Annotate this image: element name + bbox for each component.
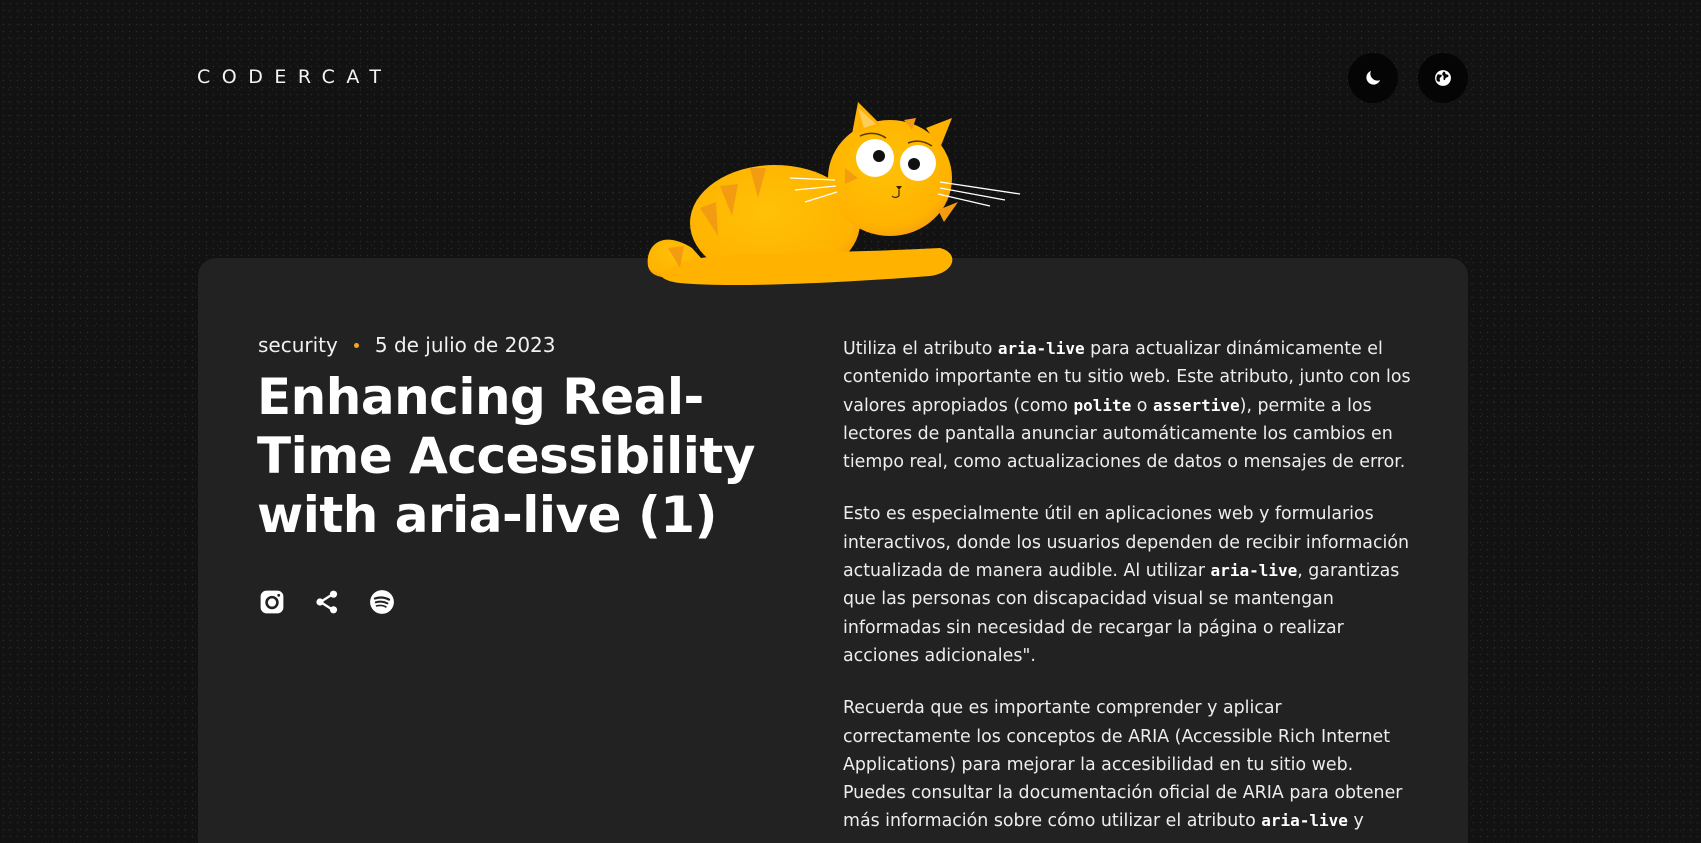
- text: o: [1131, 395, 1153, 416]
- paragraph: Recuerda que es importante comprender y …: [843, 694, 1413, 835]
- share-links: [258, 588, 396, 616]
- paragraph: Utiliza el atributo aria-live para actua…: [843, 335, 1413, 476]
- spotify-icon: [370, 590, 394, 614]
- share-icon: [316, 590, 338, 614]
- code-inline: polite: [1073, 395, 1132, 415]
- instagram-icon: [260, 590, 284, 614]
- post-date: 5 de julio de 2023: [374, 333, 556, 357]
- code-inline: aria-live: [1261, 811, 1348, 831]
- text: y: [1347, 811, 1364, 832]
- text: Utiliza el atributo: [843, 339, 998, 359]
- cat-illustration: [647, 102, 1021, 286]
- post-meta: security 5 de julio de 2023: [258, 333, 556, 357]
- site-logo[interactable]: CODERCAT: [197, 66, 393, 88]
- spotify-link[interactable]: [368, 588, 396, 616]
- code-inline: assertive: [1152, 395, 1240, 415]
- page-title: Enhancing Real-Time Accessibility with a…: [257, 368, 755, 544]
- globe-icon: [1435, 70, 1451, 86]
- separator-dot: [353, 342, 359, 348]
- post-content: Utiliza el atributo aria-live para actua…: [843, 335, 1413, 843]
- post-category[interactable]: security: [258, 333, 338, 357]
- paragraph: Esto es especialmente útil en aplicacion…: [843, 500, 1413, 670]
- moon-icon: [1366, 70, 1381, 85]
- language-button[interactable]: [1418, 53, 1468, 103]
- code-inline: aria-live: [1210, 561, 1298, 581]
- theme-toggle-button[interactable]: [1348, 53, 1398, 103]
- share-link[interactable]: [313, 588, 341, 616]
- code-inline: aria-live: [997, 339, 1085, 358]
- instagram-link[interactable]: [258, 588, 286, 616]
